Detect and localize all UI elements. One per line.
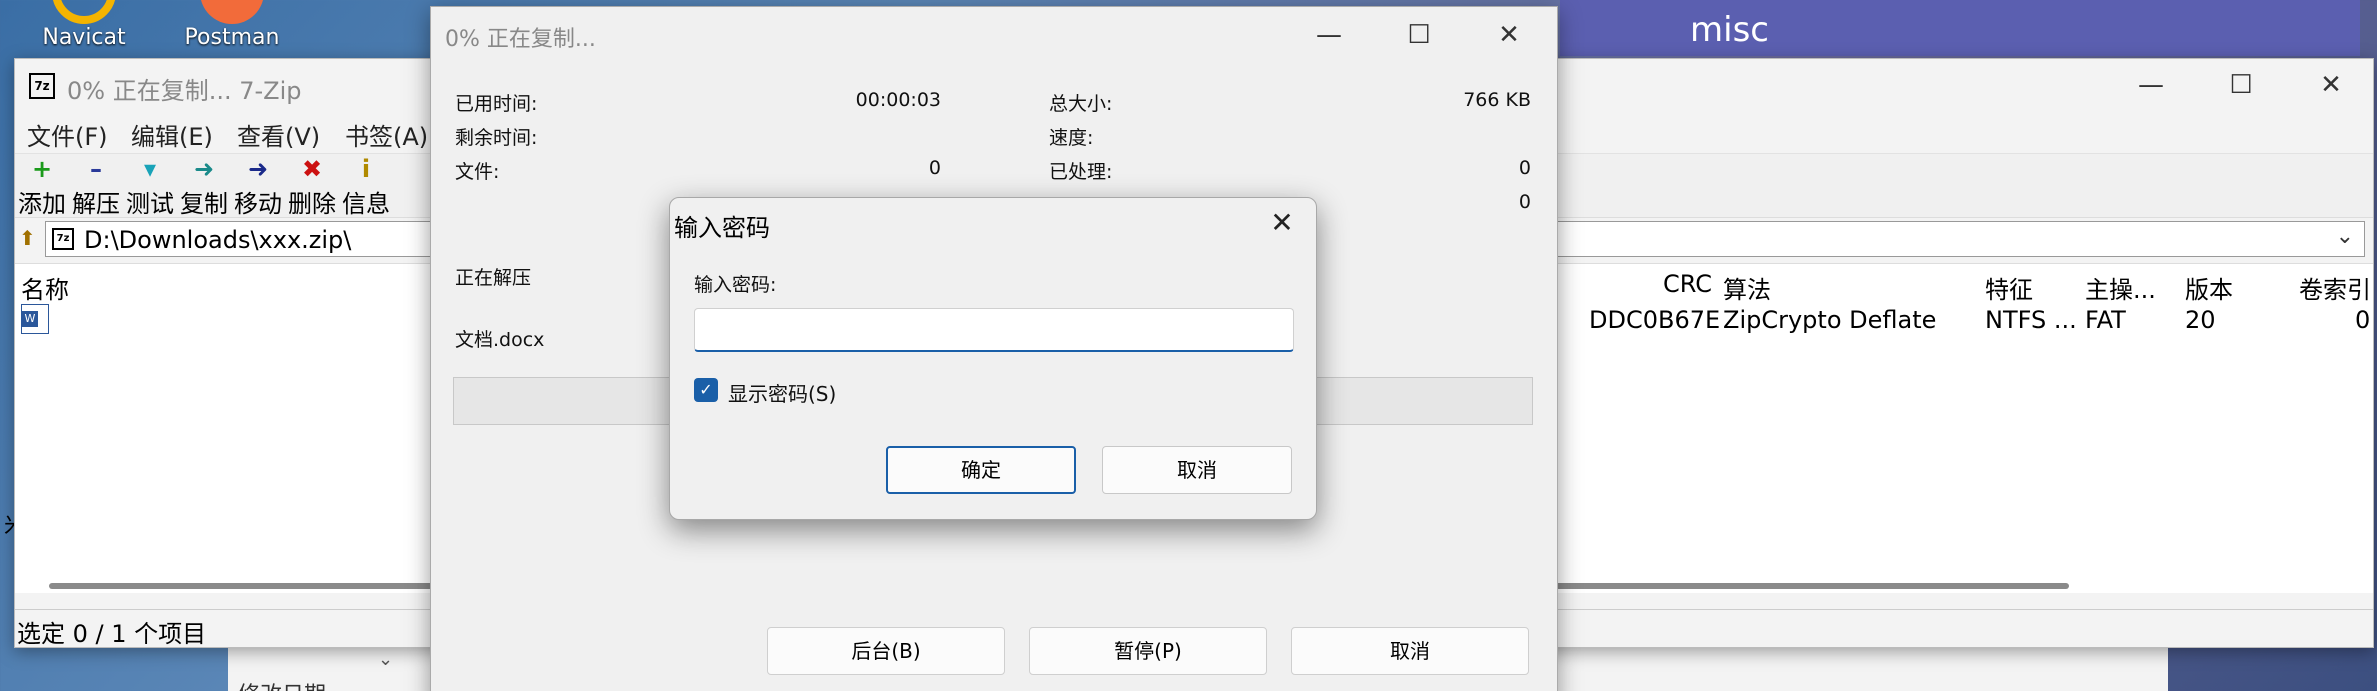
misc-window-titlebar[interactable]: misc [1560,0,2360,56]
column-header-crc[interactable]: CRC [1663,270,1712,298]
minimize-button[interactable]: — [1283,7,1375,63]
menu-view[interactable]: 查看(V) [237,117,320,152]
chevron-down-icon[interactable]: ⌄ [2336,224,2354,249]
status-selection: 选定 0 / 1 个项目 [17,620,207,648]
column-header-modified[interactable]: 修改日期 [238,677,326,691]
add-icon: + [31,155,53,183]
files-label: 文件: [455,161,500,183]
desktop-icon-navicat[interactable]: Navicat [24,0,144,50]
row-characteristics[interactable]: NTFS ... [1985,306,2077,334]
show-password-checkbox[interactable]: ✓ [694,378,718,402]
info-icon: i [361,155,371,183]
row-method[interactable]: ZipCrypto Deflate [1723,306,1936,334]
delete-button[interactable]: ✖ 删除 [285,154,339,218]
password-input[interactable] [694,308,1294,352]
info-label: 信息 [342,190,390,218]
archive-icon: 7z [52,228,74,250]
row-volume-index[interactable]: 0 [2355,306,2370,334]
ok-button[interactable]: 确定 [886,446,1076,494]
delete-label: 删除 [288,190,336,218]
word-file-icon[interactable]: W [21,304,49,334]
postman-icon [200,0,264,24]
total-size-label: 总大小: [1049,93,1113,115]
current-file-name: 文档.docx [455,329,545,351]
processed-value: 0 [1518,157,1531,179]
background-button[interactable]: 后台(B) [767,627,1005,675]
move-button[interactable]: ➜ 移动 [231,154,285,218]
copy-label: 复制 [180,190,228,218]
speed-label: 速度: [1049,127,1094,149]
extract-button[interactable]: – 解压 [69,154,123,218]
close-button[interactable]: ✕ [1463,7,1555,63]
elapsed-time-value: 00:00:03 [855,89,941,111]
password-dialog-title: 输入密码 [674,214,770,242]
row-crc[interactable]: DDC0B67E [1589,306,1720,334]
test-button[interactable]: ▾ 测试 [123,154,177,218]
desktop-icon-label: Navicat [42,25,126,50]
column-header-host-os[interactable]: 主操... [2085,270,2156,305]
elapsed-time-label: 已用时间: [455,93,538,115]
info-button[interactable]: i 信息 [339,154,393,218]
add-button[interactable]: + 添加 [15,154,69,218]
column-header-version[interactable]: 版本 [2185,270,2233,305]
password-prompt-label: 输入密码: [694,274,777,296]
misc-window-title: misc [1690,10,1769,50]
show-password-label[interactable]: 显示密码(S) [728,378,836,407]
row-version[interactable]: 20 [2185,306,2216,334]
password-dialog: 输入密码 ✕ 输入密码: ✓ 显示密码(S) 确定 取消 [669,197,1317,520]
column-header-volume-index[interactable]: 卷索引 [2299,270,2371,305]
operation-label: 正在解压 [455,267,532,289]
desktop-icon-postman[interactable]: Postman [172,0,292,50]
close-icon[interactable]: ✕ [1258,200,1306,246]
cancel-button[interactable]: 取消 [1102,446,1292,494]
progress-dialog-title: 0% 正在复制... [445,27,596,52]
column-header-name[interactable]: 名称 [21,270,69,305]
total-size-value: 766 KB [1463,89,1531,111]
move-label: 移动 [234,190,282,218]
minimize-button[interactable]: — [2105,59,2197,111]
extract-label: 解压 [72,190,120,218]
processed-label: 已处理: [1049,161,1113,183]
menu-bookmarks[interactable]: 书签(A) [345,117,428,152]
menu-file[interactable]: 文件(F) [27,117,108,152]
test-label: 测试 [126,190,174,218]
close-button[interactable]: ✕ [2285,59,2377,111]
7zip-window-title: 0% 正在复制... 7-Zip [67,77,302,105]
copy-icon: ➜ [193,155,215,183]
move-icon: ➜ [247,155,269,183]
copy-button[interactable]: ➜ 复制 [177,154,231,218]
delete-icon: ✖ [301,155,323,183]
test-icon: ▾ [143,155,157,183]
column-header-method[interactable]: 算法 [1723,270,1771,305]
remaining-time-label: 剩余时间: [455,127,538,149]
extract-icon: – [90,155,102,183]
cancel-progress-button[interactable]: 取消 [1291,627,1529,675]
column-header-characteristics[interactable]: 特征 [1985,270,2033,305]
7zip-app-icon: 7z [29,73,55,99]
pause-button[interactable]: 暂停(P) [1029,627,1267,675]
files-value: 0 [928,157,941,179]
add-label: 添加 [18,190,66,218]
navicat-icon [52,0,116,24]
chevron-down-icon[interactable]: ⌄ [378,649,393,670]
maximize-button[interactable]: ☐ [1373,7,1465,63]
address-path: D:\Downloads\xxx.zip\ [84,226,352,254]
menu-edit[interactable]: 编辑(E) [131,117,213,152]
up-folder-icon[interactable]: ⬆ [19,226,36,250]
row-host-os[interactable]: FAT [2085,306,2126,334]
desktop-icon-label: Postman [184,25,280,50]
maximize-button[interactable]: ☐ [2195,59,2287,111]
